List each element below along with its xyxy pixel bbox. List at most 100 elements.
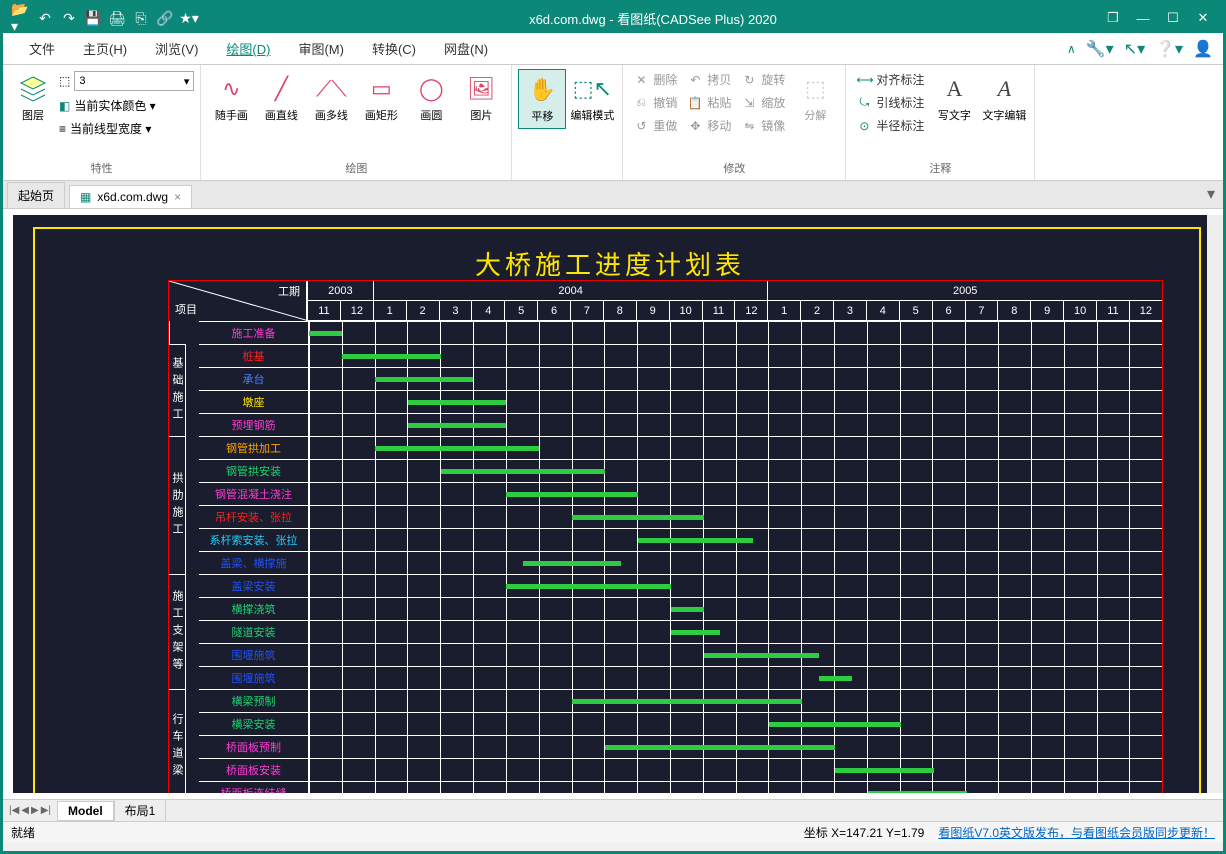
circle-icon: ◯ bbox=[415, 73, 447, 105]
restore-sub-icon[interactable]: ❐ bbox=[1099, 6, 1127, 30]
layer-icon bbox=[17, 73, 49, 105]
help-icon[interactable]: ❔▾ bbox=[1155, 39, 1183, 59]
window-controls: ❐ — ☐ ✕ bbox=[1099, 6, 1223, 30]
lineweight-dropdown[interactable]: 当前线型宽度 ▾ bbox=[70, 120, 151, 137]
tabs-menu-icon[interactable]: ▾ bbox=[1199, 180, 1223, 208]
user-icon[interactable]: 👤 bbox=[1193, 39, 1213, 59]
modify-1-icon: ↶ bbox=[687, 73, 703, 87]
modify-5[interactable]: ⇲缩放 bbox=[737, 92, 789, 113]
menu-view[interactable]: 浏览(V) bbox=[141, 35, 212, 62]
decompose-button[interactable]: ⬚ 分解 bbox=[791, 69, 839, 127]
menu-file[interactable]: 文件 bbox=[15, 35, 69, 62]
wrench-icon[interactable]: 🔧▾ bbox=[1086, 39, 1114, 59]
dwg-icon: ▦ bbox=[80, 190, 91, 204]
first-icon[interactable]: |◀ bbox=[9, 805, 19, 816]
editmode-icon: ⬚↖ bbox=[576, 73, 608, 105]
undo-icon[interactable]: ↶ bbox=[35, 8, 55, 28]
dim-1[interactable]: ⤿引线标注 bbox=[852, 92, 928, 113]
color-icon: ◧ bbox=[59, 99, 70, 113]
close-icon[interactable]: ✕ bbox=[1189, 6, 1217, 30]
group-draw: ∿ 随手画 ╱ 画直线 ⟋⟍ 画多线 ▭ 画矩形 ◯ 画圆 🖼 图片 绘图 bbox=[201, 65, 512, 180]
link-icon[interactable]: 🔗 bbox=[155, 8, 175, 28]
favorite-icon[interactable]: ★▾ bbox=[179, 8, 199, 28]
collapse-ribbon-icon[interactable]: ∧ bbox=[1067, 42, 1076, 56]
image-icon: 🖼 bbox=[465, 73, 497, 105]
modify-8[interactable]: ⇋镜像 bbox=[737, 115, 789, 136]
cursor-icon[interactable]: ↖▾ bbox=[1124, 39, 1145, 59]
group-annotate: ⟷对齐标注⤿引线标注⊙半径标注 A 写文字 A 文字编辑 注释 bbox=[846, 65, 1035, 180]
freehand-button[interactable]: ∿ 随手画 bbox=[207, 69, 255, 127]
redo-icon[interactable]: ↷ bbox=[59, 8, 79, 28]
open-icon[interactable]: 📂▾ bbox=[11, 8, 31, 28]
modify-7-icon: ✥ bbox=[687, 119, 703, 133]
modify-6[interactable]: ↺重做 bbox=[629, 115, 681, 136]
dim-1-icon: ⤿ bbox=[856, 95, 872, 110]
modify-2-icon: ↻ bbox=[741, 73, 757, 87]
color-dropdown[interactable]: 当前实体颜色 ▾ bbox=[74, 97, 155, 114]
modify-0[interactable]: ✕删除 bbox=[629, 69, 681, 90]
modify-5-icon: ⇲ bbox=[741, 96, 757, 110]
textedit-button[interactable]: A 文字编辑 bbox=[980, 69, 1028, 127]
menu-draw[interactable]: 绘图(D) bbox=[212, 35, 284, 62]
group-layer: 图层 ⬚ 3▾ ◧ 当前实体颜色 ▾ ≡ 当前线型宽度 ▾ 特性 bbox=[3, 65, 201, 180]
quick-access-toolbar: 📂▾ ↶ ↷ 💾 🖨 ⎘ 🔗 ★▾ bbox=[3, 8, 207, 28]
dim-0[interactable]: ⟷对齐标注 bbox=[852, 69, 928, 90]
circle-button[interactable]: ◯ 画圆 bbox=[407, 69, 455, 127]
modify-3[interactable]: ⎌撤销 bbox=[629, 92, 681, 113]
close-tab-icon[interactable]: × bbox=[174, 190, 181, 204]
modify-0-icon: ✕ bbox=[633, 73, 649, 87]
text-button[interactable]: A 写文字 bbox=[930, 69, 978, 127]
line-icon: ╱ bbox=[265, 73, 297, 105]
gantt-chart: 项目工期200320042005111212345678910111212345… bbox=[168, 280, 1163, 793]
text-icon: A bbox=[938, 73, 970, 105]
next-icon[interactable]: ▶ bbox=[31, 805, 39, 816]
tab-model[interactable]: Model bbox=[57, 801, 114, 821]
maximize-icon[interactable]: ☐ bbox=[1159, 6, 1187, 30]
rect-icon: ▭ bbox=[365, 73, 397, 105]
tab-layout1[interactable]: 布局1 bbox=[114, 799, 167, 822]
dim-2[interactable]: ⊙半径标注 bbox=[852, 115, 928, 136]
publish-icon[interactable]: ⎘ bbox=[131, 8, 151, 28]
save-icon[interactable]: 💾 bbox=[83, 8, 103, 28]
ribbon: 图层 ⬚ 3▾ ◧ 当前实体颜色 ▾ ≡ 当前线型宽度 ▾ 特性 ∿ 随手画 ╱… bbox=[3, 65, 1223, 181]
last-icon[interactable]: ▶| bbox=[41, 805, 51, 816]
pan-button[interactable]: ✋ 平移 bbox=[518, 69, 566, 129]
layer-button[interactable]: 图层 bbox=[9, 69, 57, 127]
modify-8-icon: ⇋ bbox=[741, 119, 757, 133]
lineweight-icon: ≡ bbox=[59, 122, 66, 136]
modify-4[interactable]: 📋粘贴 bbox=[683, 92, 735, 113]
polyline-button[interactable]: ⟋⟍ 画多线 bbox=[307, 69, 355, 127]
menubar: 文件 主页(H) 浏览(V) 绘图(D) 审图(M) 转换(C) 网盘(N) ∧… bbox=[3, 33, 1223, 65]
drawing-area: 大桥施工进度计划表 项目工期20032004200511121234567891… bbox=[3, 209, 1223, 799]
canvas[interactable]: 大桥施工进度计划表 项目工期20032004200511121234567891… bbox=[13, 215, 1207, 793]
tab-file[interactable]: ▦ x6d.com.dwg × bbox=[69, 185, 192, 208]
statusbar: 就绪 坐标 X=147.21 Y=1.79 看图纸V7.0英文版发布，与看图纸会… bbox=[3, 821, 1223, 843]
minimize-icon[interactable]: — bbox=[1129, 6, 1157, 30]
modify-2[interactable]: ↻旋转 bbox=[737, 69, 789, 90]
tab-start[interactable]: 起始页 bbox=[7, 182, 65, 208]
vertical-scrollbar[interactable] bbox=[1207, 215, 1223, 793]
menu-netdisk[interactable]: 网盘(N) bbox=[430, 35, 502, 62]
group-modify: ✕删除⎌撤销↺重做 ↶拷贝📋粘贴✥移动 ↻旋转⇲缩放⇋镜像 ⬚ 分解 修改 bbox=[623, 65, 846, 180]
menu-home[interactable]: 主页(H) bbox=[69, 35, 141, 62]
decompose-icon: ⬚ bbox=[799, 73, 831, 105]
document-tabs: 起始页 ▦ x6d.com.dwg × ▾ bbox=[3, 181, 1223, 209]
line-button[interactable]: ╱ 画直线 bbox=[257, 69, 305, 127]
layer-combo[interactable]: 3▾ bbox=[74, 71, 194, 91]
print-icon[interactable]: 🖨 bbox=[107, 8, 127, 28]
rect-button[interactable]: ▭ 画矩形 bbox=[357, 69, 405, 127]
polyline-icon: ⟋⟍ bbox=[315, 73, 347, 105]
prev-icon[interactable]: ◀ bbox=[21, 805, 29, 816]
modify-7[interactable]: ✥移动 bbox=[683, 115, 735, 136]
layout-tabs: |◀ ◀ ▶ ▶| Model 布局1 bbox=[3, 799, 1223, 821]
image-button[interactable]: 🖼 图片 bbox=[457, 69, 505, 127]
gantt-title: 大桥施工进度计划表 bbox=[475, 245, 745, 282]
modify-1[interactable]: ↶拷贝 bbox=[683, 69, 735, 90]
dim-0-icon: ⟷ bbox=[856, 73, 872, 87]
menu-review[interactable]: 审图(M) bbox=[284, 35, 358, 62]
group-view: ✋ 平移 ⬚↖ 编辑模式 bbox=[512, 65, 623, 180]
editmode-button[interactable]: ⬚↖ 编辑模式 bbox=[568, 69, 616, 127]
status-coord: 坐标 X=147.21 Y=1.79 bbox=[804, 824, 925, 841]
menu-convert[interactable]: 转换(C) bbox=[358, 35, 430, 62]
status-link[interactable]: 看图纸V7.0英文版发布，与看图纸会员版同步更新！ bbox=[938, 824, 1215, 841]
